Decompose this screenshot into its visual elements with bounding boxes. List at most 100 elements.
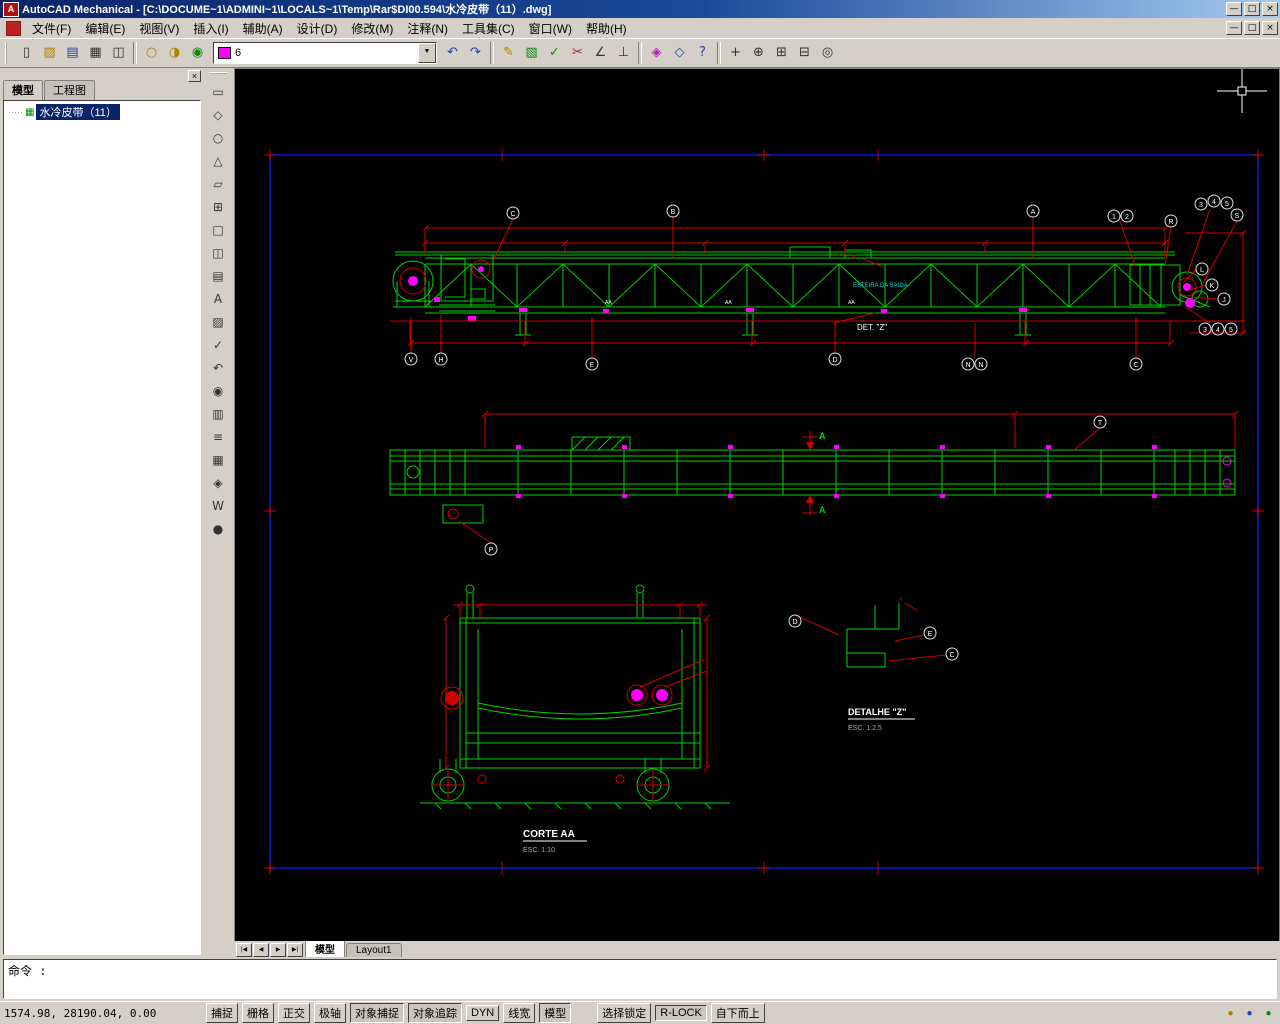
application-window: A AutoCAD Mechanical - [C:\DOCUME~1\ADMI…	[0, 0, 1280, 1024]
perpendicular-button[interactable]: ⊥	[612, 41, 635, 65]
dyn-toggle[interactable]: DYN	[466, 1005, 500, 1021]
plot-button[interactable]: ▦	[84, 41, 107, 65]
mdi-close-button[interactable]: ×	[1262, 21, 1278, 35]
pan-button[interactable]: +	[724, 41, 747, 65]
chevron-down-icon[interactable]: ▼	[418, 43, 436, 63]
menu-help[interactable]: 帮助(H)	[579, 18, 634, 39]
layer-control-button[interactable]: ◉	[186, 41, 209, 65]
zoom-previous-button[interactable]: ⊟	[793, 41, 816, 65]
hatch-button[interactable]: ▧	[520, 41, 543, 65]
circle-tool[interactable]: ○	[206, 127, 230, 149]
power-snap-button[interactable]: ◈	[645, 41, 668, 65]
mdi-minimize-button[interactable]: —	[1226, 21, 1242, 35]
check-tool[interactable]: ✓	[206, 334, 230, 356]
toolbar-separator	[133, 42, 137, 64]
menu-file[interactable]: 文件(F)	[25, 18, 78, 39]
palette-close-icon[interactable]: ×	[188, 70, 201, 82]
svg-text:P: P	[489, 547, 494, 554]
angular-dim-button[interactable]: ∠	[589, 41, 612, 65]
detalhe-title: DETALHE "Z"	[848, 707, 906, 717]
hatch-tool[interactable]: ▨	[206, 311, 230, 333]
region-tool[interactable]: ▥	[206, 403, 230, 425]
open-button[interactable]: ▨	[38, 41, 61, 65]
view-tool[interactable]: ◉	[206, 380, 230, 402]
balloon: 5	[1224, 322, 1238, 336]
undo-button[interactable]: ↶	[441, 41, 464, 65]
svg-text:E: E	[928, 631, 933, 638]
zoom-realtime-button[interactable]: ⊕	[747, 41, 770, 65]
gradient-tool[interactable]: ◈	[206, 472, 230, 494]
grid-tool[interactable]: ▦	[206, 449, 230, 471]
section-letter: A	[819, 505, 826, 515]
polygon-tool[interactable]: ◇	[206, 104, 230, 126]
object-snap-button[interactable]: ◇	[668, 41, 691, 65]
menu-annotate[interactable]: 注释(N)	[400, 18, 455, 39]
lock-icon[interactable]: ●	[1223, 1006, 1238, 1021]
lineweight-toggle[interactable]: 线宽	[503, 1003, 536, 1023]
draw-order-button[interactable]: 自下而上	[710, 1003, 765, 1023]
menu-edit[interactable]: 编辑(E)	[78, 18, 132, 39]
tree-row[interactable]: ····· ▦ 水冷皮带（11）	[6, 104, 198, 120]
block-tool[interactable]: □	[206, 219, 230, 241]
menu-window[interactable]: 窗口(W)	[522, 18, 579, 39]
r-lock-button[interactable]: R-LOCK	[655, 1005, 707, 1021]
minimize-button[interactable]: —	[1226, 2, 1242, 16]
mdi-restore-button[interactable]: □	[1244, 21, 1260, 35]
menu-design[interactable]: 设计(D)	[290, 18, 345, 39]
restore-button[interactable]: □	[1244, 2, 1260, 16]
new-button[interactable]: ▯	[15, 41, 38, 65]
close-button[interactable]: ×	[1262, 2, 1278, 16]
tab-model[interactable]: 模型	[3, 80, 43, 100]
validate-button[interactable]: ✓	[543, 41, 566, 65]
snap-toggle[interactable]: 捕捉	[206, 1003, 238, 1023]
insert-block-tool[interactable]: ◫	[206, 242, 230, 264]
toolbar-grip[interactable]	[209, 72, 227, 78]
status-tray-icon[interactable]: ●	[1261, 1006, 1276, 1021]
model-tree[interactable]: ····· ▦ 水冷皮带（11）	[3, 100, 201, 955]
comm-center-icon[interactable]: ●	[1242, 1006, 1257, 1021]
point-tool[interactable]: ●	[206, 518, 230, 540]
command-window-wrap: 命令 :	[0, 957, 1280, 1001]
model-toggle[interactable]: 模型	[539, 1003, 572, 1023]
layers-tool[interactable]: ≡	[206, 426, 230, 448]
mtext-tool[interactable]: A	[206, 288, 230, 310]
array-tool[interactable]: ⊞	[206, 196, 230, 218]
menu-assist[interactable]: 辅助(A)	[236, 18, 290, 39]
draw-toolbar: ▭ ◇ ○ △ ▱ ⊞ □ ◫ ▤ A ▨ ✓ ↶ ◉ ▥ ≡ ▦ ◈ W ●	[202, 68, 234, 957]
polyline-tool[interactable]: ▱	[206, 173, 230, 195]
ortho-toggle[interactable]: 正交	[278, 1003, 310, 1023]
menu-toolsets[interactable]: 工具集(C)	[455, 18, 522, 39]
menu-modify[interactable]: 修改(M)	[344, 18, 400, 39]
arc-tool[interactable]: △	[206, 150, 230, 172]
command-window[interactable]: 命令 :	[3, 959, 1277, 999]
layer-combo[interactable]: 6 ▼	[213, 42, 437, 64]
save-button[interactable]: ▤	[61, 41, 84, 65]
menu-view[interactable]: 视图(V)	[132, 18, 186, 39]
balloon: N	[961, 357, 975, 371]
revert-tool[interactable]: ↶	[206, 357, 230, 379]
trim-button[interactable]: ✂	[566, 41, 589, 65]
linetype-control-button[interactable]: ◑	[163, 41, 186, 65]
zoom-extents-button[interactable]: ◎	[816, 41, 839, 65]
grid-toggle[interactable]: 栅格	[242, 1003, 274, 1023]
tab-drawing[interactable]: 工程图	[44, 80, 95, 100]
polar-toggle[interactable]: 极轴	[314, 1003, 346, 1023]
selection-lock-button[interactable]: 选择锁定	[597, 1003, 652, 1023]
redo-button[interactable]: ↷	[464, 41, 487, 65]
help-button[interactable]: ?	[691, 41, 714, 65]
corte-title: CORTE AA	[523, 829, 575, 840]
svg-text:C: C	[510, 211, 515, 218]
toolbar-grip[interactable]	[5, 42, 12, 64]
tree-item-label[interactable]: 水冷皮带（11）	[36, 104, 120, 120]
rectangle-tool[interactable]: ▭	[206, 81, 230, 103]
zoom-window-button[interactable]: ⊞	[770, 41, 793, 65]
otrack-toggle[interactable]: 对象追踪	[408, 1003, 462, 1023]
matchprop-button[interactable]: ✎	[497, 41, 520, 65]
color-control-button[interactable]: ○	[140, 41, 163, 65]
osnap-toggle[interactable]: 对象捕捉	[350, 1003, 404, 1023]
wipeout-tool[interactable]: W	[206, 495, 230, 517]
table-tool[interactable]: ▤	[206, 265, 230, 287]
menu-insert[interactable]: 插入(I)	[186, 18, 235, 39]
plot-preview-button[interactable]: ◫	[107, 41, 130, 65]
drawing-canvas[interactable]: ESTEIRA DA SAIDA DET. "Z" AA AA AA F A A…	[234, 68, 1280, 941]
